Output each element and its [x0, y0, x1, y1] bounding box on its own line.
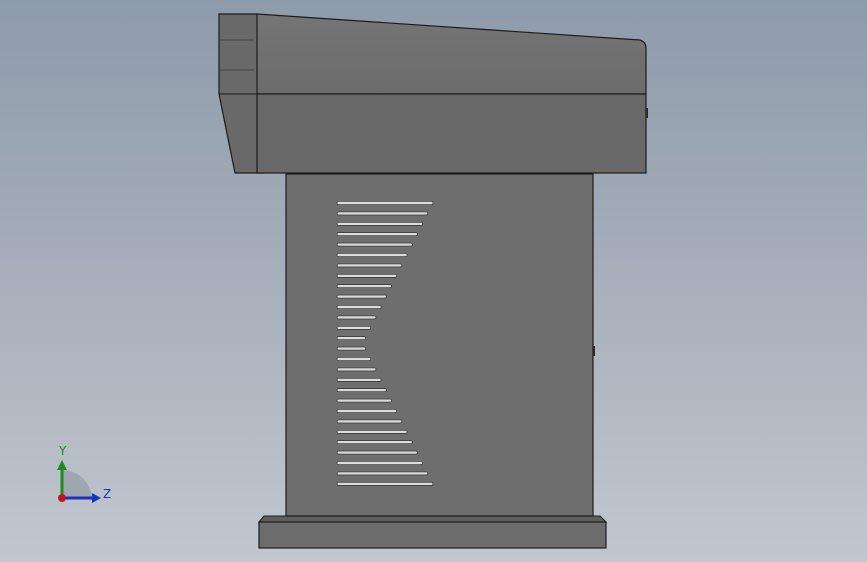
body-column[interactable]: [285, 173, 595, 517]
y-axis-label: Y: [58, 444, 67, 458]
vent-slot: [336, 367, 377, 372]
vent-slot: [336, 263, 403, 268]
head-housing[interactable]: [218, 13, 648, 174]
vent-slot: [336, 409, 398, 413]
vent-slot: [336, 253, 408, 257]
vent-slot: [336, 461, 423, 465]
vent-slot: [336, 398, 392, 403]
vent-slot: [336, 388, 387, 393]
vent-slot: [336, 305, 382, 309]
vent-slot: [336, 450, 418, 455]
vent-slot: [336, 273, 398, 278]
vent-slot: [336, 222, 423, 226]
vent-slot: [336, 242, 413, 247]
vent-slot: [336, 336, 366, 341]
vent-slot: [336, 346, 366, 351]
vent-slot: [336, 377, 382, 382]
orientation-triad: Y Z: [57, 444, 111, 503]
vent-slot: [336, 471, 429, 476]
vent-slot: [336, 315, 377, 320]
vent-slot: [336, 357, 372, 361]
vent-slot: [336, 294, 387, 299]
vent-slot: [336, 481, 434, 486]
model-part[interactable]: [218, 13, 648, 549]
vent-slot: [336, 211, 429, 216]
graphics-viewport[interactable]: Y Z: [0, 0, 867, 562]
vent-slot: [336, 232, 418, 236]
vent-slot: [336, 440, 413, 445]
vent-slot: [336, 325, 372, 330]
vent-slot: [336, 284, 392, 289]
x-axis-dot: [58, 494, 66, 502]
vent-slot: [336, 429, 408, 434]
base-plate[interactable]: [257, 515, 608, 549]
vent-slot: [336, 419, 403, 424]
z-axis-label: Z: [103, 487, 111, 501]
vent-slot: [336, 201, 434, 205]
